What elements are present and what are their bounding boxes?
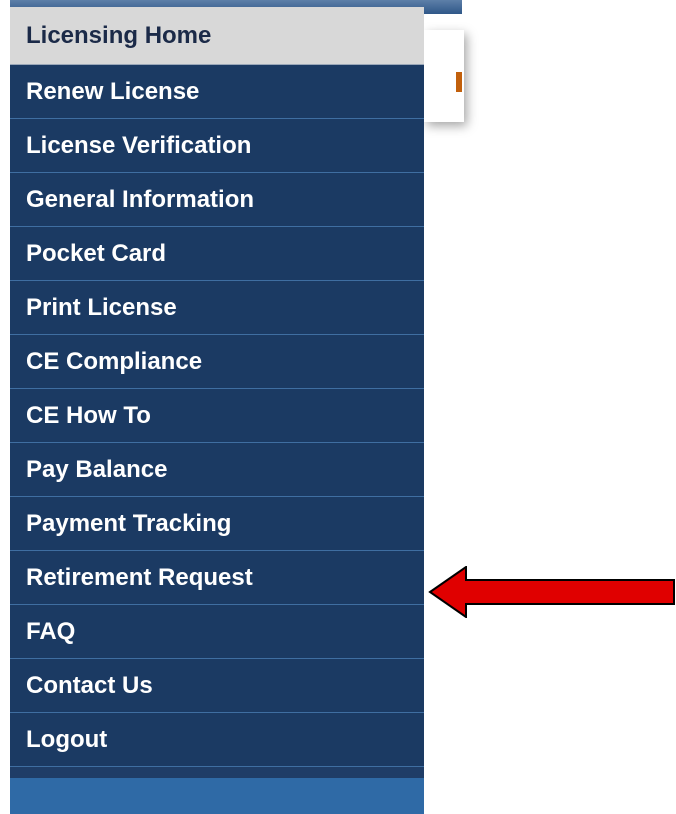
sidebar-item-contact-us[interactable]: Contact Us [10,659,424,713]
sidebar-item-general-information[interactable]: General Information [10,173,424,227]
sidebar-item-logout[interactable]: Logout [10,713,424,767]
sidebar-menu: Licensing Home Renew License License Ver… [10,7,424,814]
content-mark [456,72,462,92]
sidebar-item-retirement-request[interactable]: Retirement Request [10,551,424,605]
sidebar-item-ce-how-to[interactable]: CE How To [10,389,424,443]
sidebar-item-ce-compliance[interactable]: CE Compliance [10,335,424,389]
sidebar-item-faq[interactable]: FAQ [10,605,424,659]
sidebar-item-licensing-home[interactable]: Licensing Home [10,7,424,65]
page: Licensing Home Renew License License Ver… [0,0,676,814]
sidebar-item-print-license[interactable]: Print License [10,281,424,335]
sidebar-footer-bar [10,778,424,814]
sidebar-item-renew-license[interactable]: Renew License [10,65,424,119]
left-arrow-annotation-icon [428,566,675,618]
sidebar-item-pay-balance[interactable]: Pay Balance [10,443,424,497]
sidebar-item-license-verification[interactable]: License Verification [10,119,424,173]
sidebar-item-pocket-card[interactable]: Pocket Card [10,227,424,281]
menu-list: Licensing Home Renew License License Ver… [10,7,424,767]
sidebar-item-payment-tracking[interactable]: Payment Tracking [10,497,424,551]
